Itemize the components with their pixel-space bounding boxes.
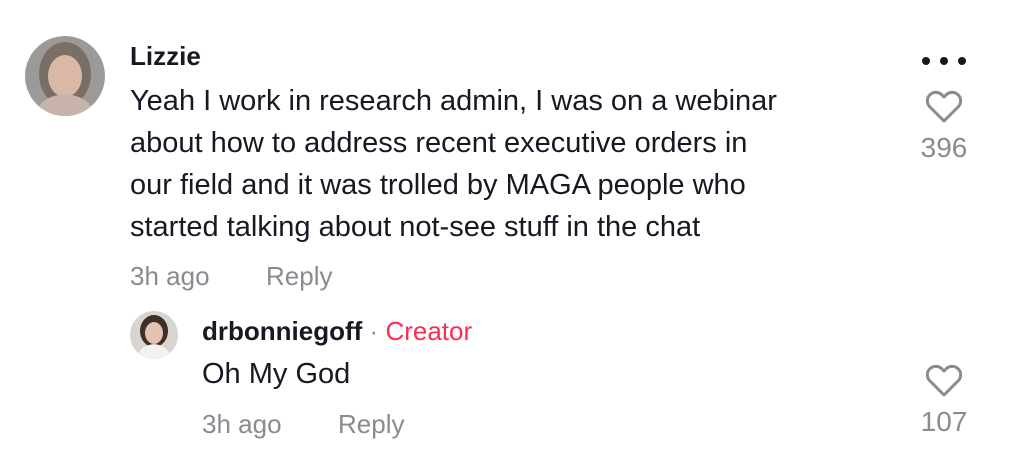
reply-avatar[interactable] [130, 311, 178, 359]
comment-text-line: Yeah I work in research admin, I was on … [130, 85, 777, 117]
comment-like-count: 396 [920, 132, 968, 163]
reply-text: Oh My God [202, 358, 351, 390]
comment-reply-button[interactable]: Reply [266, 261, 332, 292]
comment-text-line: about how to address recent executive or… [130, 127, 748, 159]
more-options-icon[interactable] [922, 54, 966, 68]
reply-username[interactable]: drbonniegoff [202, 316, 362, 346]
reply-like-heart-icon[interactable] [924, 362, 964, 398]
creator-avatar-image [130, 311, 178, 359]
separator-dot: · [369, 316, 379, 346]
user-avatar-image [25, 36, 105, 116]
comment-timestamp: 3h ago [130, 261, 210, 291]
reply-timestamp: 3h ago [202, 409, 282, 439]
reply-reply-button[interactable]: Reply [338, 409, 404, 440]
comment-text: Yeah I work in research admin, I was on … [130, 80, 890, 248]
avatar[interactable] [25, 36, 105, 116]
reply-like-count: 107 [920, 406, 968, 437]
comment-username[interactable]: Lizzie [130, 41, 201, 72]
comment-text-line: started talking about not-see stuff in t… [130, 211, 701, 243]
reply-header: drbonniegoff · Creator [202, 316, 472, 347]
like-heart-icon[interactable] [924, 88, 964, 124]
creator-badge: Creator [385, 316, 473, 346]
comment-text-line: our field and it was trolled by MAGA peo… [130, 169, 746, 201]
